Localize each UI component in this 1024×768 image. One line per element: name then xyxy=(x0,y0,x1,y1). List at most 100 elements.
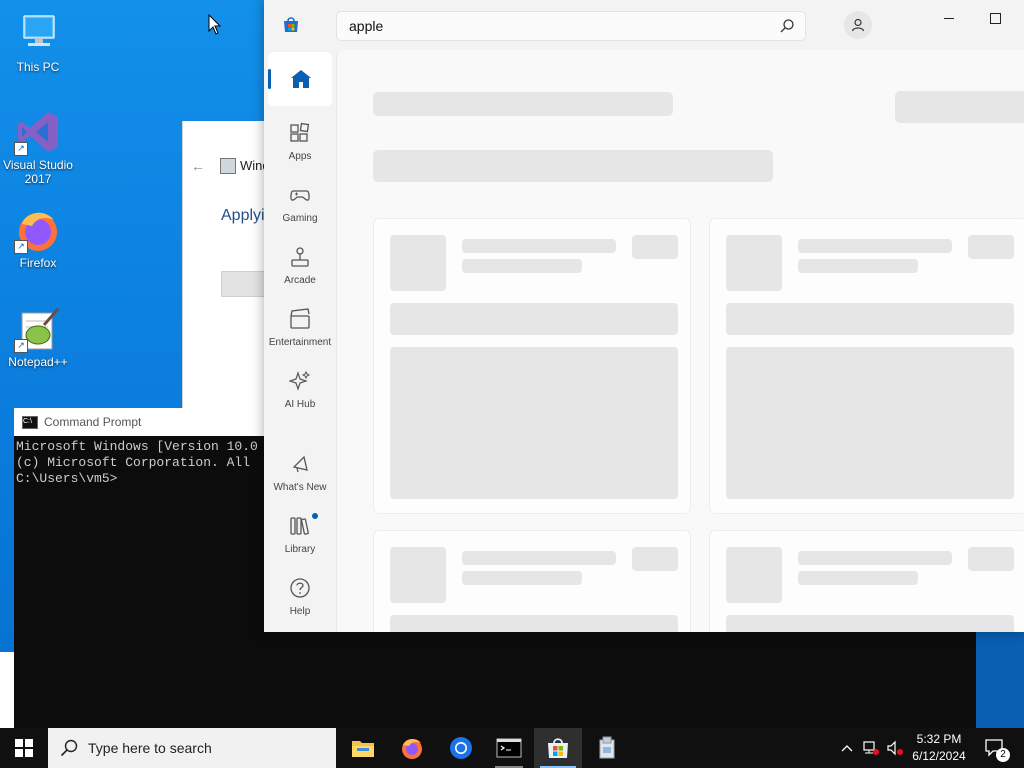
clock-date: 6/12/2024 xyxy=(912,749,966,763)
taskbar-chrome[interactable] xyxy=(437,728,485,768)
skeleton-card xyxy=(709,530,1024,632)
skeleton-heading xyxy=(373,92,673,116)
account-button[interactable] xyxy=(844,11,872,39)
desktop-icon-label: Notepad++ xyxy=(8,355,68,369)
visual-studio-icon: ↗ xyxy=(14,108,62,156)
taskbar-command-prompt[interactable] xyxy=(485,728,533,768)
taskbar-search-box[interactable]: Type here to search xyxy=(48,728,336,768)
desktop-icon-label: Visual Studio 2017 xyxy=(3,158,73,186)
skeleton-thumbnail xyxy=(726,235,782,291)
background-console-area xyxy=(274,632,976,728)
home-icon xyxy=(291,70,311,88)
folder-icon xyxy=(352,741,374,757)
cmd-prompt-line: C:\Users\vm5> xyxy=(16,471,118,486)
nav-item-entertainment[interactable]: Entertainment xyxy=(268,308,332,348)
taskbar-clock[interactable]: 5:32 PM 6/12/2024 xyxy=(904,731,974,765)
store-icon xyxy=(548,738,568,758)
skeleton-button xyxy=(968,547,1014,571)
taskbar-file-explorer[interactable] xyxy=(339,728,387,768)
computer-icon xyxy=(14,10,62,58)
skeleton-card xyxy=(709,218,1024,514)
nav-item-ai-hub[interactable]: AI Hub xyxy=(268,370,332,410)
maximize-button[interactable] xyxy=(975,6,1015,30)
taskbar-firefox[interactable] xyxy=(388,728,436,768)
desktop-icon-this-pc[interactable]: This PC xyxy=(0,10,76,74)
window-app-icon xyxy=(220,158,236,174)
skeleton-subtitle xyxy=(798,259,918,273)
nav-item-library[interactable]: Library xyxy=(268,513,332,555)
background-window-edge xyxy=(976,632,1024,728)
skeleton-subtitle xyxy=(462,259,582,273)
nav-item-home[interactable] xyxy=(268,52,332,106)
mouse-cursor-icon xyxy=(208,14,222,35)
skeleton-title xyxy=(462,239,616,253)
skeleton-description xyxy=(390,615,678,632)
nav-item-whats-new[interactable]: What's New xyxy=(268,453,332,493)
desktop-icon-notepadpp[interactable]: ↗ Notepad++ xyxy=(0,305,76,369)
cmd-titlebar[interactable]: C:\ Command Prompt xyxy=(14,408,274,436)
apps-icon xyxy=(290,122,310,142)
active-indicator xyxy=(268,69,271,89)
joystick-icon xyxy=(291,247,309,267)
search-icon xyxy=(60,739,78,757)
store-search-box[interactable] xyxy=(336,11,806,41)
desktop-icon-visual-studio[interactable]: ↗ Visual Studio 2017 xyxy=(0,108,76,186)
start-button[interactable] xyxy=(0,728,48,768)
store-titlebar[interactable] xyxy=(264,0,1024,50)
skeleton-button xyxy=(968,235,1014,259)
taskbar-app[interactable] xyxy=(583,728,631,768)
notification-count-badge: 2 xyxy=(996,748,1010,762)
tray-volume[interactable] xyxy=(884,728,906,768)
shortcut-arrow-icon: ↗ xyxy=(14,240,28,254)
skeleton-screenshot xyxy=(390,347,678,499)
shortcut-arrow-icon: ↗ xyxy=(14,142,28,156)
minimize-icon xyxy=(944,17,954,19)
skeleton-description xyxy=(390,303,678,335)
nav-label: Apps xyxy=(288,151,312,162)
skeleton-subtitle xyxy=(798,571,918,585)
desktop-icon-firefox[interactable]: ↗ Firefox xyxy=(0,206,76,270)
desktop-icon-label: This PC xyxy=(16,60,60,74)
taskbar: Type here to search 5:32 PM 6/12/2024 2 xyxy=(0,728,1024,768)
microsoft-store-window[interactable]: Apps Gaming Arcade Entertainment xyxy=(264,0,1024,632)
action-center-button[interactable]: 2 xyxy=(980,728,1010,768)
windows-logo-icon xyxy=(15,739,33,757)
skeleton-thumbnail xyxy=(390,547,446,603)
cmd-output[interactable]: Microsoft Windows [Version 10.0 (c) Micro… xyxy=(14,436,274,490)
store-logo-icon xyxy=(284,17,298,32)
cmd-line: Microsoft Windows [Version 10.0 xyxy=(16,439,258,454)
cmd-title: Command Prompt xyxy=(44,415,142,429)
tray-overflow-button[interactable] xyxy=(837,728,857,768)
search-icon[interactable] xyxy=(779,18,795,34)
store-search-input[interactable] xyxy=(347,17,771,35)
skeleton-button xyxy=(632,547,678,571)
nav-item-help[interactable]: Help xyxy=(268,577,332,617)
nav-item-arcade[interactable]: Arcade xyxy=(268,246,332,286)
command-prompt-window[interactable]: C:\ Command Prompt Microsoft Windows [Ve… xyxy=(14,408,274,728)
skeleton-card xyxy=(373,530,691,632)
nav-label: Library xyxy=(284,544,316,555)
background-window-heading: Applyi xyxy=(221,207,265,224)
nav-item-gaming[interactable]: Gaming xyxy=(268,184,332,224)
skeleton-description xyxy=(726,615,1014,632)
nav-label: Help xyxy=(289,606,311,617)
nav-item-apps[interactable]: Apps xyxy=(268,122,332,162)
taskbar-microsoft-store[interactable] xyxy=(534,728,582,768)
skeleton-button xyxy=(632,235,678,259)
megaphone-icon xyxy=(292,455,308,473)
minimize-button[interactable] xyxy=(929,6,969,30)
gamepad-icon xyxy=(290,190,310,201)
chrome-icon xyxy=(450,737,472,759)
chevron-up-icon xyxy=(841,745,853,752)
tray-network[interactable] xyxy=(860,728,882,768)
app-installer-icon xyxy=(599,736,615,759)
network-icon xyxy=(863,741,879,755)
terminal-icon xyxy=(496,738,522,758)
nav-label: Entertainment xyxy=(268,337,332,348)
taskbar-search-placeholder: Type here to search xyxy=(88,740,212,756)
maximize-icon xyxy=(989,12,1001,24)
back-arrow-icon[interactable]: ← xyxy=(191,158,205,174)
firefox-icon: ↗ xyxy=(14,206,62,254)
help-icon xyxy=(290,578,310,598)
volume-muted-icon xyxy=(887,740,903,756)
